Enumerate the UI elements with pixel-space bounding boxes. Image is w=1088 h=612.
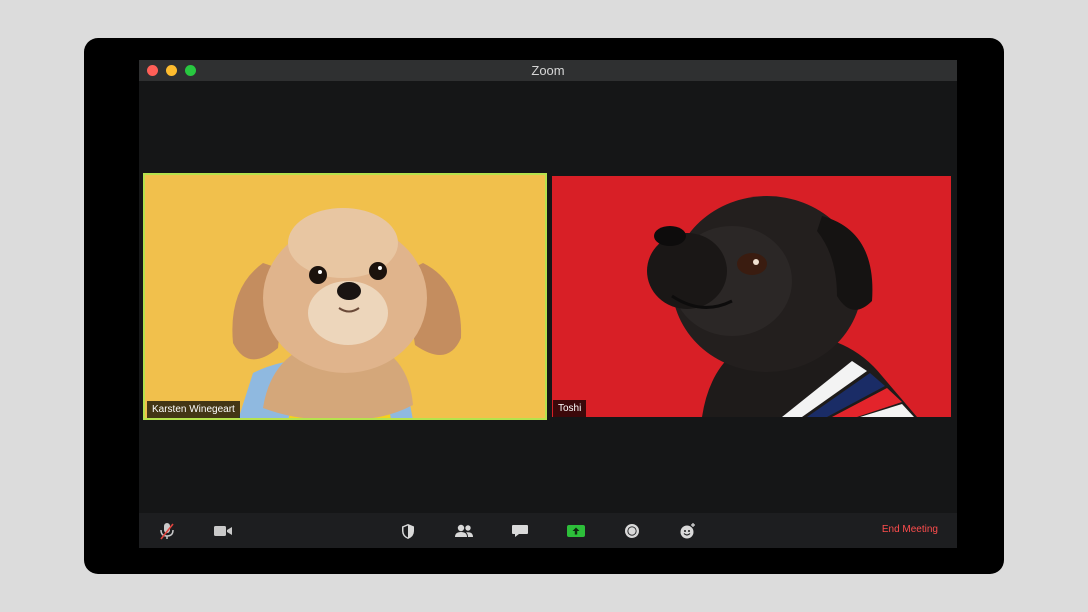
participants-button[interactable] [453,521,475,541]
meeting-toolbar: End Meeting [139,513,957,548]
security-button[interactable] [397,521,419,541]
participant-name-label: Karsten Winegeart [147,401,240,418]
zoom-window: Zoom Karsten Winegeart Toshi End Meeting [139,60,957,548]
video-button[interactable] [212,521,234,541]
share-screen-icon [567,525,585,537]
microphone-muted-icon [160,523,174,540]
reactions-button[interactable] [677,521,699,541]
video-camera-icon [214,526,232,536]
title-bar[interactable]: Zoom [139,60,957,81]
record-button[interactable] [621,521,643,541]
participant-tile-toshi[interactable]: Toshi [552,176,951,417]
end-meeting-button[interactable]: End Meeting [882,524,938,535]
chat-bubble-icon [512,525,528,537]
shield-icon [402,523,414,539]
mute-button[interactable] [156,521,178,541]
participant-video-pug-red [552,176,951,417]
window-title: Zoom [531,63,565,78]
participant-name-label: Toshi [553,400,587,417]
record-icon [625,524,639,538]
participant-tile-karsten[interactable]: Karsten Winegeart [143,173,547,420]
reactions-icon [680,523,695,539]
participants-icon [455,524,473,537]
participant-video-dog-yellow [143,173,547,420]
share-screen-button[interactable] [565,521,587,541]
chat-button[interactable] [509,521,531,541]
